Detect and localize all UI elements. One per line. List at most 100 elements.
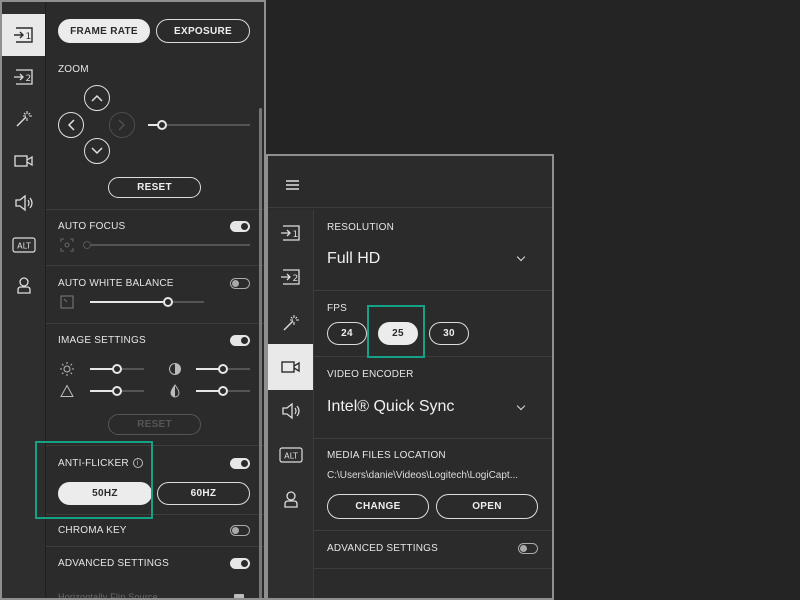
contrast-slider-thumb[interactable] xyxy=(218,364,228,374)
image-settings-reset-button[interactable]: RESET xyxy=(108,414,201,435)
svg-text:ALT: ALT xyxy=(284,452,298,461)
rail-item-video[interactable] xyxy=(268,344,313,390)
magic-wand-icon xyxy=(283,315,299,331)
brightness-slider-thumb[interactable] xyxy=(112,364,122,374)
video-encoder-label: VIDEO ENCODER xyxy=(327,369,414,380)
sharpness-slider-thumb[interactable] xyxy=(112,386,122,396)
focus-slider-thumb[interactable] xyxy=(83,241,91,249)
resolution-label: RESOLUTION xyxy=(327,222,395,233)
advanced-settings-toggle[interactable] xyxy=(518,543,538,554)
rail-item-source-1[interactable]: 1 xyxy=(2,14,45,56)
advanced-settings-label: ADVANCED SETTINGS xyxy=(58,558,170,569)
user-icon xyxy=(16,277,31,294)
saturation-icon xyxy=(170,384,180,398)
pan-down-button[interactable] xyxy=(84,138,110,164)
flip-source-checkbox[interactable] xyxy=(234,594,244,598)
zoom-slider[interactable] xyxy=(148,120,250,130)
left-panel-scrollbar[interactable] xyxy=(259,108,262,598)
anti-flicker-50hz-button[interactable]: 50HZ xyxy=(58,482,152,505)
divider xyxy=(46,323,264,324)
rail-item-source-2[interactable]: 2 xyxy=(268,256,313,298)
divider xyxy=(46,209,264,210)
pan-right-button[interactable] xyxy=(109,112,135,138)
video-encoder-dropdown[interactable]: Intel® Quick Sync xyxy=(327,398,454,416)
saturation-slider[interactable] xyxy=(196,386,250,396)
source-1-icon: 1 xyxy=(13,27,33,43)
auto-white-balance-toggle[interactable] xyxy=(230,278,250,289)
brightness-slider[interactable] xyxy=(90,364,144,374)
anti-flicker-toggle[interactable] xyxy=(230,458,250,469)
fps-30-button[interactable]: 30 xyxy=(429,322,469,345)
auto-focus-label: AUTO FOCUS xyxy=(58,221,126,232)
auto-focus-toggle[interactable] xyxy=(230,221,250,232)
svg-text:2: 2 xyxy=(292,274,298,284)
rail-item-audio[interactable] xyxy=(2,182,45,224)
white-balance-slider[interactable] xyxy=(90,297,204,307)
pan-left-button[interactable] xyxy=(58,112,84,138)
zoom-label: ZOOM xyxy=(58,64,89,75)
right-settings-panel: 1 2 ALT RESOLUTION Full HD FPS 24 25 30 xyxy=(266,154,554,600)
zoom-slider-thumb[interactable] xyxy=(157,120,168,130)
rail-item-audio[interactable] xyxy=(268,390,313,432)
divider xyxy=(314,568,552,569)
chevron-up-icon xyxy=(91,94,103,102)
brightness-icon xyxy=(60,362,74,376)
rail-item-effects[interactable] xyxy=(268,302,313,344)
chevron-down-icon[interactable] xyxy=(516,401,526,411)
rail-item-alt[interactable]: ALT xyxy=(268,434,313,476)
fps-25-button[interactable]: 25 xyxy=(378,322,418,345)
focus-slider[interactable] xyxy=(83,241,250,249)
chroma-key-toggle[interactable] xyxy=(230,525,250,536)
focus-icon xyxy=(60,238,74,252)
resolution-dropdown[interactable]: Full HD xyxy=(327,250,380,268)
divider xyxy=(46,546,264,547)
chroma-key-label: CHROMA KEY xyxy=(58,525,127,536)
rail-item-account[interactable] xyxy=(2,264,45,306)
auto-white-balance-label: AUTO WHITE BALANCE xyxy=(58,278,174,289)
rail-item-account[interactable] xyxy=(268,478,313,520)
alt-icon: ALT xyxy=(278,447,303,463)
left-settings-content: FRAME RATE EXPOSURE ZOOM RESET AUTO FOCU… xyxy=(46,2,264,598)
left-sidebar-rail: 1 2 ALT xyxy=(2,2,46,598)
divider xyxy=(314,356,552,357)
video-camera-icon xyxy=(13,155,33,167)
image-settings-toggle[interactable] xyxy=(230,335,250,346)
image-settings-label: IMAGE SETTINGS xyxy=(58,335,146,346)
divider xyxy=(46,445,264,446)
contrast-slider[interactable] xyxy=(196,364,250,374)
svg-text:1: 1 xyxy=(292,230,298,240)
rail-item-effects[interactable] xyxy=(2,98,45,140)
zoom-reset-button[interactable]: RESET xyxy=(108,177,201,198)
svg-text:ALT: ALT xyxy=(17,242,31,251)
speaker-icon xyxy=(14,194,33,212)
open-location-button[interactable]: OPEN xyxy=(436,494,538,519)
sharpness-slider[interactable] xyxy=(90,386,144,396)
white-balance-slider-thumb[interactable] xyxy=(162,297,173,307)
change-location-button[interactable]: CHANGE xyxy=(327,494,429,519)
flip-source-label: Horizontally Flip Source xyxy=(58,592,158,600)
divider xyxy=(314,290,552,291)
advanced-settings-toggle[interactable] xyxy=(230,558,250,569)
speaker-icon xyxy=(281,402,300,420)
anti-flicker-60hz-button[interactable]: 60HZ xyxy=(157,482,250,505)
pan-up-button[interactable] xyxy=(84,85,110,111)
rail-item-source-1[interactable]: 1 xyxy=(268,212,313,254)
left-settings-panel: 1 2 ALT FRAME RATE EXPOSURE ZOOM RESET A… xyxy=(0,0,266,600)
media-files-path: C:\Users\danie\Videos\Logitech\LogiCapt.… xyxy=(327,470,519,481)
right-sidebar-rail: 1 2 ALT xyxy=(268,210,314,598)
hamburger-icon[interactable] xyxy=(286,180,299,190)
fps-24-button[interactable]: 24 xyxy=(327,322,367,345)
tab-frame-rate[interactable]: FRAME RATE xyxy=(58,19,150,43)
chevron-right-icon xyxy=(118,119,126,131)
info-icon[interactable]: i xyxy=(132,458,143,468)
rail-item-source-2[interactable]: 2 xyxy=(2,56,45,98)
divider xyxy=(46,514,264,515)
svg-text:1: 1 xyxy=(25,32,31,42)
tab-exposure[interactable]: EXPOSURE xyxy=(156,19,250,43)
saturation-slider-thumb[interactable] xyxy=(218,386,228,396)
svg-text:2: 2 xyxy=(25,74,31,84)
rail-item-video[interactable] xyxy=(2,140,45,182)
rail-item-alt[interactable]: ALT xyxy=(2,224,45,266)
chevron-down-icon xyxy=(91,147,103,155)
chevron-down-icon[interactable] xyxy=(516,252,526,262)
